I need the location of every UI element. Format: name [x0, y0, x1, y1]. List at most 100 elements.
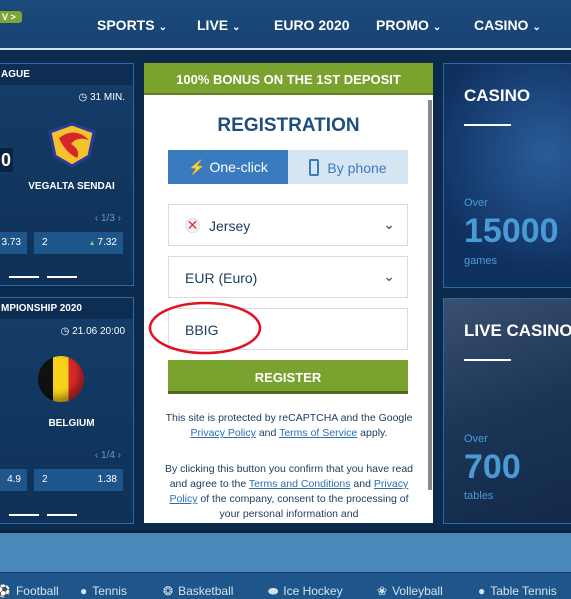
- nav-label: PROMO: [376, 17, 429, 33]
- promo-title: CASINO: [464, 86, 531, 105]
- chevron-down-icon: ⌄: [158, 22, 167, 33]
- currency-select[interactable]: EUR (Euro) ⌄: [168, 256, 408, 298]
- chevron-down-icon: ⌄: [383, 268, 395, 284]
- odds-button[interactable]: 2 ▲ 7.32: [34, 232, 123, 254]
- team-name: VEGALTA SENDAI: [28, 181, 115, 192]
- promo-over: Over: [464, 197, 488, 209]
- tab-label: By phone: [327, 160, 387, 176]
- odds-value: 3.73: [1, 237, 21, 248]
- nav-label: LIVE: [197, 17, 229, 33]
- page-text: 1/4: [100, 450, 115, 461]
- hockey-puck-icon: ⬬: [268, 584, 279, 598]
- text: and: [255, 427, 280, 439]
- nav-label: EURO 2020: [274, 17, 350, 33]
- odds-label: 2: [42, 474, 48, 485]
- pagination[interactable]: ‹ 1/4 ›: [95, 450, 121, 461]
- terms-of-service-link[interactable]: Terms of Service: [279, 427, 357, 439]
- odds-value: 4.9: [7, 474, 21, 485]
- divider: [464, 124, 511, 126]
- chevron-down-icon: ⌄: [532, 22, 541, 33]
- nav-label: SPORTS: [97, 17, 155, 33]
- pagination[interactable]: ‹ 1/3 ›: [95, 213, 121, 224]
- basketball-icon: ❂: [163, 584, 174, 598]
- promo-badge[interactable]: V >: [0, 11, 22, 23]
- volleyball-icon: ❀: [377, 584, 388, 598]
- score: 0: [0, 148, 13, 172]
- sport-label: Football: [15, 584, 59, 598]
- country-value: Jersey: [209, 218, 251, 234]
- clock-icon: ◷: [60, 326, 73, 337]
- nav-sports[interactable]: SPORTS ⌄: [97, 17, 167, 33]
- tab-by-phone[interactable]: By phone: [288, 150, 408, 184]
- team-name: BELGIUM: [48, 418, 95, 429]
- text: and: [350, 478, 374, 490]
- nav-promo[interactable]: PROMO ⌄: [376, 17, 441, 33]
- nav-casino[interactable]: CASINO ⌄: [474, 17, 541, 33]
- nav-live[interactable]: LIVE ⌄: [197, 17, 241, 33]
- country-select[interactable]: ✕ Jersey ⌄: [168, 204, 408, 246]
- odds-value: 1.38: [97, 474, 117, 485]
- jersey-flag-icon: ✕: [185, 217, 200, 233]
- time-text: 21.06 20:00: [72, 326, 125, 337]
- terms-and-conditions-link[interactable]: Terms and Conditions: [249, 478, 351, 490]
- register-button[interactable]: REGISTER: [168, 360, 408, 394]
- sport-basketball[interactable]: ❂ Basketball: [163, 584, 233, 598]
- text: This site is protected by reCAPTCHA and …: [165, 412, 413, 424]
- match-card[interactable]: AGUE ◷ 31 MIN. 0 VEGALTA SENDAI ‹ 1/3 › …: [0, 63, 134, 286]
- phone-icon: [309, 159, 320, 176]
- sport-volleyball[interactable]: ❀ Volleyball: [377, 584, 443, 598]
- highlight-circle: [148, 301, 262, 355]
- match-card[interactable]: MPIONSHIP 2020 ◷ 21.06 20:00 BELGIUM ‹ 1…: [0, 297, 134, 524]
- consent-notice: By clicking this button you confirm that…: [164, 462, 414, 522]
- slider-dot[interactable]: [9, 514, 39, 516]
- tab-label: One-click: [209, 159, 268, 175]
- odds-button[interactable]: 3.73: [0, 232, 27, 254]
- chevron-down-icon: ⌄: [383, 216, 395, 232]
- footer-band: [0, 530, 571, 572]
- nav-euro-2020[interactable]: EURO 2020: [274, 17, 349, 33]
- slider-dot[interactable]: [9, 276, 39, 278]
- odds-value: ▲ 7.32: [89, 237, 117, 248]
- sport-label: Volleyball: [392, 584, 443, 598]
- chevron-down-icon: ⌄: [232, 22, 241, 33]
- text: of the company, consent to the processin…: [197, 493, 409, 520]
- chevron-down-icon: ⌄: [432, 22, 442, 33]
- sport-tennis[interactable]: ● Tennis: [80, 584, 127, 598]
- slider-dot[interactable]: [47, 276, 77, 278]
- nav-label: CASINO: [474, 17, 529, 33]
- casino-promo-card[interactable]: CASINO Over 15000 games: [443, 63, 571, 288]
- page-text: 1/3: [100, 213, 115, 224]
- bonus-banner: 100% BONUS ON THE 1ST DEPOSIT: [144, 63, 433, 95]
- sport-table-tennis[interactable]: ● Table Tennis: [478, 584, 557, 598]
- time-text: 31 MIN.: [89, 92, 125, 103]
- belgium-flag-icon: [38, 356, 84, 402]
- slider-dot[interactable]: [47, 514, 77, 516]
- scrollbar[interactable]: [428, 100, 432, 490]
- sport-ice-hockey[interactable]: ⬬ Ice Hockey: [268, 584, 343, 599]
- privacy-policy-link[interactable]: Privacy Policy: [191, 427, 256, 439]
- recaptcha-notice: This site is protected by reCAPTCHA and …: [164, 411, 414, 441]
- football-icon: ⚽: [0, 584, 11, 598]
- match-time: ◷ 31 MIN.: [78, 92, 125, 103]
- top-nav: V > SPORTS ⌄ LIVE ⌄ EURO 2020 PROMO ⌄ CASIN…: [0, 0, 571, 50]
- tennis-ball-icon: ●: [80, 584, 88, 598]
- odds-button[interactable]: 2 1.38: [34, 469, 123, 491]
- odds-label: 2: [42, 237, 48, 248]
- promo-title: LIVE CASINO: [464, 321, 571, 340]
- promo-count: 15000: [464, 212, 559, 250]
- live-casino-promo-card[interactable]: LIVE CASINO Over 700 tables: [443, 298, 571, 524]
- tab-one-click[interactable]: ⚡ One-click: [168, 150, 288, 184]
- text: apply.: [357, 427, 388, 439]
- lightning-icon: ⚡: [188, 159, 210, 175]
- odds-button[interactable]: 4.9: [0, 469, 27, 491]
- divider: [464, 359, 511, 361]
- team-logo-icon: [48, 122, 96, 168]
- league-name: MPIONSHIP 2020: [0, 298, 133, 319]
- table-tennis-icon: ●: [478, 584, 486, 598]
- sport-label: Tennis: [92, 584, 127, 598]
- sport-label: Table Tennis: [490, 584, 557, 598]
- promo-over: Over: [464, 433, 488, 445]
- clock-icon: ◷: [78, 92, 90, 103]
- match-time: ◷ 21.06 20:00: [61, 326, 125, 337]
- sport-football[interactable]: ⚽ Football: [0, 584, 59, 598]
